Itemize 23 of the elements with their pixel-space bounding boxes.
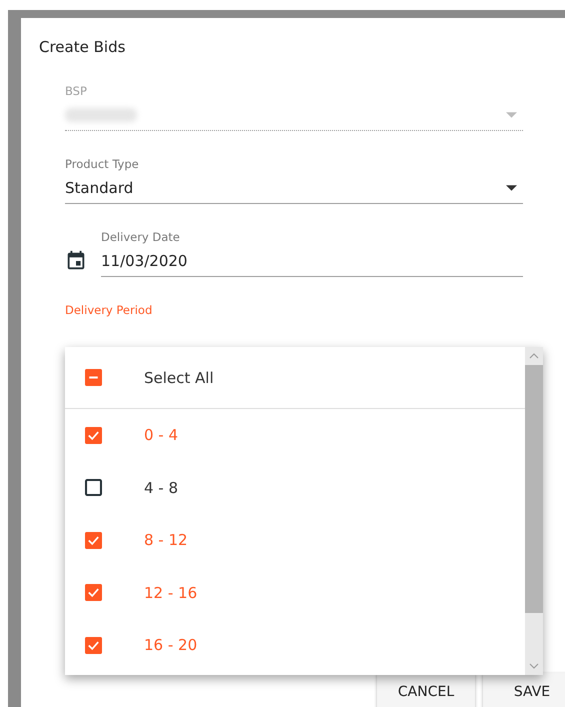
checkbox[interactable] bbox=[85, 369, 102, 386]
caret-icon bbox=[506, 112, 517, 118]
checkbox[interactable] bbox=[85, 584, 102, 602]
scroll-down-icon[interactable] bbox=[529, 663, 539, 669]
field-label: Product Type bbox=[65, 157, 140, 171]
checkbox[interactable] bbox=[85, 532, 102, 549]
select-all-option[interactable]: Select All bbox=[65, 347, 525, 409]
field-label: Delivery Date bbox=[101, 230, 181, 244]
scroll-up-icon[interactable] bbox=[529, 353, 539, 359]
save-button[interactable]: SAVE bbox=[483, 673, 565, 707]
date-field[interactable]: 11/03/2020 bbox=[101, 248, 523, 277]
field-label: BSP bbox=[65, 84, 88, 98]
calendar-icon[interactable] bbox=[65, 250, 87, 272]
scrollbar[interactable] bbox=[525, 347, 543, 675]
checkbox[interactable] bbox=[85, 426, 102, 444]
cancel-button[interactable]: CANCEL bbox=[377, 673, 475, 707]
select-field[interactable]: Standard bbox=[65, 175, 523, 204]
checkbox[interactable] bbox=[85, 479, 102, 496]
menu-option[interactable]: 4 - 8 bbox=[65, 462, 525, 514]
field-label: Delivery Period bbox=[65, 303, 154, 317]
checkbox[interactable] bbox=[85, 636, 102, 654]
caret-icon bbox=[506, 185, 517, 191]
dialog-title: Create Bids bbox=[39, 38, 126, 56]
